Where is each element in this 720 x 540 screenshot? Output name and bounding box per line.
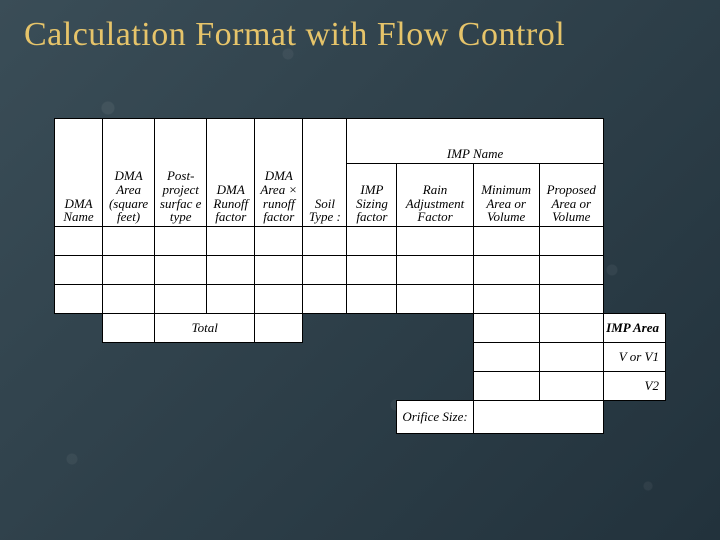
hdr-min-area: Minimum Area or Volume bbox=[473, 164, 539, 227]
v-row: V or V1 bbox=[55, 343, 666, 372]
hdr-imp-sizing: IMP Sizing factor bbox=[347, 164, 397, 227]
hdr-dma-area: DMA Area (square feet) bbox=[103, 119, 155, 227]
orifice-size-label: Orifice Size: bbox=[397, 401, 473, 434]
table-row bbox=[55, 285, 666, 314]
hdr-prop-area: Proposed Area or Volume bbox=[539, 164, 603, 227]
orifice-row: Orifice Size: bbox=[55, 401, 666, 434]
hdr-rain-adj: Rain Adjustment Factor bbox=[397, 164, 473, 227]
total-label: Total bbox=[155, 314, 255, 343]
v2-label: V2 bbox=[603, 372, 665, 401]
imp-area-label: IMP Area bbox=[603, 314, 665, 343]
table-row bbox=[55, 256, 666, 285]
v2-row: V2 bbox=[55, 372, 666, 401]
hdr-dma-runoff: DMA Runoff factor bbox=[207, 119, 255, 227]
hdr-dma-name: DMA Name bbox=[55, 119, 103, 227]
slide-title: Calculation Format with Flow Control bbox=[24, 16, 565, 54]
calculation-table: DMA Name DMA Area (square feet) Post-pro… bbox=[54, 118, 666, 434]
v-or-v1-label: V or V1 bbox=[603, 343, 665, 372]
total-row: Total IMP Area bbox=[55, 314, 666, 343]
table-row bbox=[55, 227, 666, 256]
calculation-table-wrap: DMA Name DMA Area (square feet) Post-pro… bbox=[54, 118, 666, 434]
hdr-dma-area-runoff: DMA Area × runoff factor bbox=[255, 119, 303, 227]
hdr-imp-name: IMP Name bbox=[347, 119, 603, 164]
hdr-surf-type: Post-project surfac e type bbox=[155, 119, 207, 227]
hdr-soil-type: Soil Type : bbox=[303, 119, 347, 227]
slide: Calculation Format with Flow Control DMA… bbox=[0, 0, 720, 540]
